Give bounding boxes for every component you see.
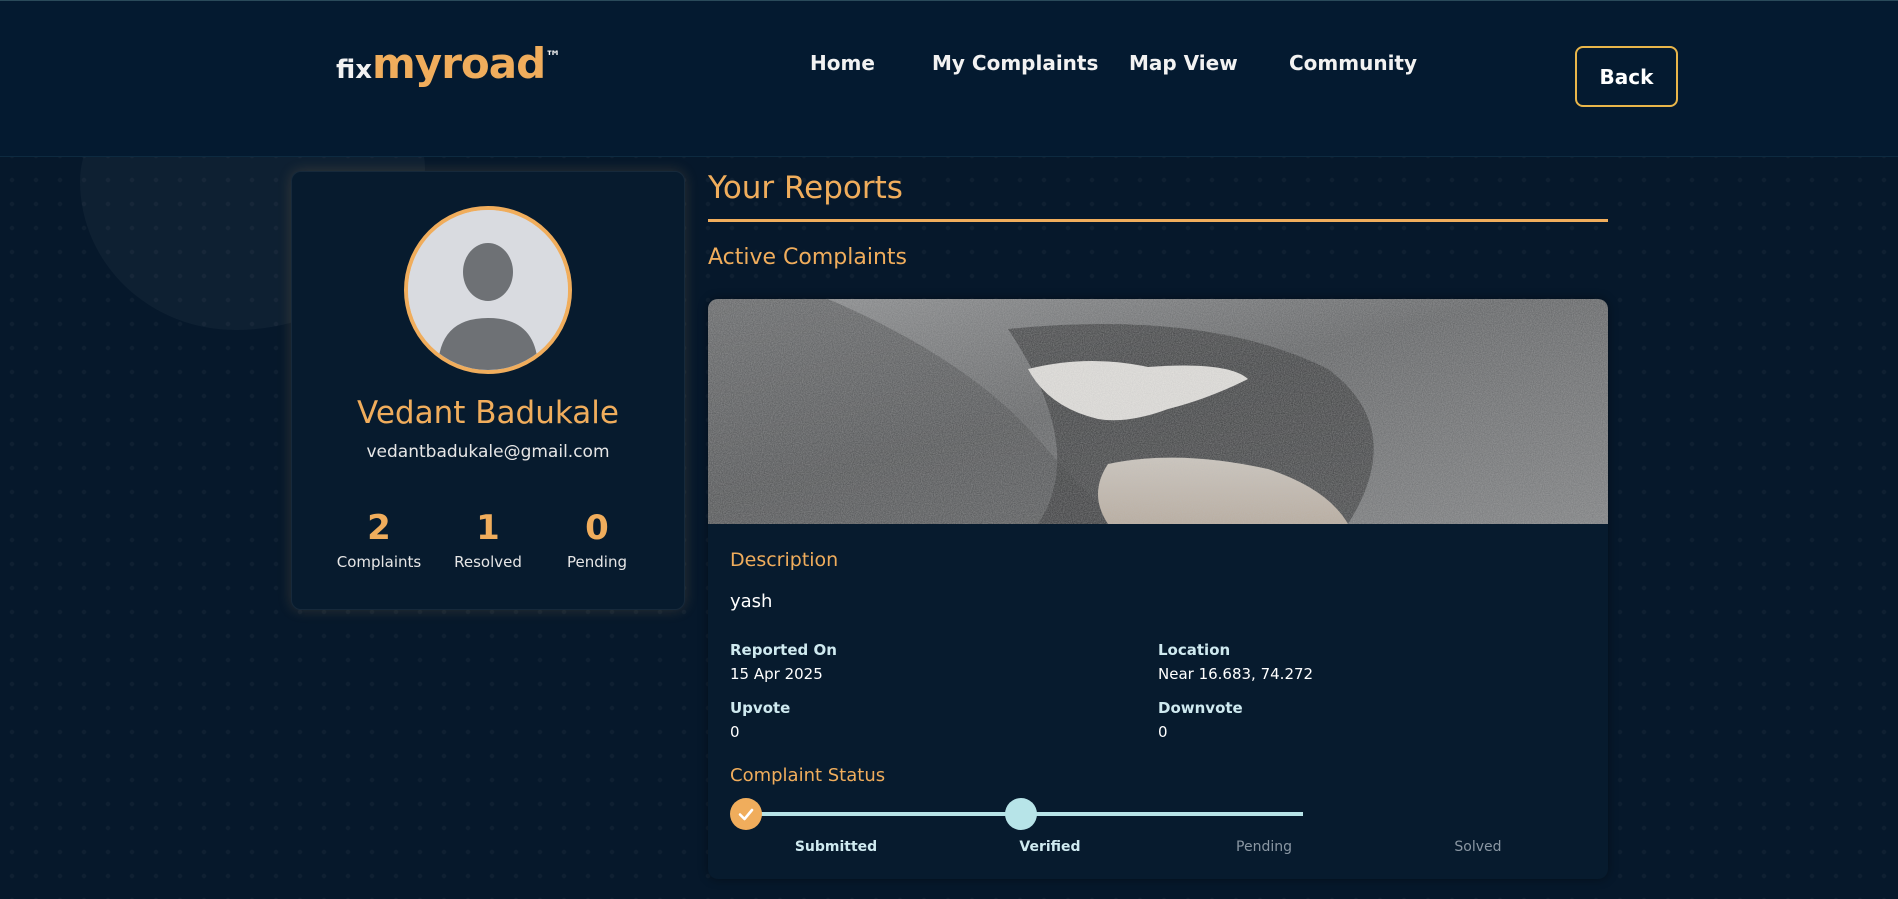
description-text: yash	[730, 591, 773, 612]
step-label-pending: Pending	[1236, 839, 1292, 855]
downvote: Downvote 0	[1158, 699, 1243, 741]
stat-pending: 0 Pending	[542, 507, 652, 571]
stat-value: 0	[585, 508, 609, 548]
stat-label: Complaints	[336, 553, 422, 571]
upvote: Upvote 0	[730, 699, 790, 741]
title-divider	[708, 219, 1608, 222]
location: Location Near 16.683, 74.272	[1158, 641, 1313, 683]
reported-on-label: Reported On	[730, 641, 837, 659]
stat-value: 2	[367, 508, 391, 548]
step-label-submitted: Submitted	[794, 839, 878, 855]
step-label-solved: Solved	[1454, 839, 1502, 855]
upvote-label: Upvote	[730, 699, 791, 717]
complaint-photo	[708, 299, 1608, 524]
nav-home[interactable]: Home	[810, 51, 875, 75]
profile-name: Vedant Badukale	[357, 395, 619, 431]
downvote-label: Downvote	[1158, 699, 1243, 717]
downvote-count: 0	[1158, 723, 1168, 741]
stat-label: Resolved	[454, 553, 522, 571]
back-button[interactable]: Back	[1575, 46, 1678, 107]
nav-community[interactable]: Community	[1289, 51, 1417, 75]
logo-trademark: ™	[545, 47, 562, 66]
top-navbar: fix myroad ™ Home My Complaints Map View…	[0, 0, 1898, 157]
avatar	[404, 206, 572, 374]
status-title: Complaint Status	[730, 765, 886, 786]
step-label-verified: Verified	[1019, 839, 1081, 855]
step-verified-dot	[1005, 798, 1037, 830]
profile-email: vedantbadukale@gmail.com	[366, 442, 610, 462]
user-silhouette-icon	[408, 210, 568, 370]
logo-main: myroad	[372, 39, 546, 88]
location-label: Location	[1158, 641, 1231, 659]
step-submitted-dot	[730, 798, 762, 830]
logo-prefix: fix	[336, 55, 373, 85]
active-complaints-title: Active Complaints	[708, 245, 907, 270]
complaint-card[interactable]: Description yash Reported On 15 Apr 2025…	[708, 299, 1608, 879]
nav-map-view[interactable]: Map View	[1129, 51, 1238, 75]
pothole-image	[708, 299, 1608, 524]
reported-on-value: 15 Apr 2025	[730, 665, 823, 683]
upvote-count: 0	[730, 723, 740, 741]
stat-complaints: 2 Complaints	[324, 507, 434, 571]
reported-on: Reported On 15 Apr 2025	[730, 641, 837, 683]
check-icon	[738, 808, 754, 821]
stat-value: 1	[476, 508, 500, 548]
description-title: Description	[730, 549, 839, 571]
profile-card: Vedant Badukale vedantbadukale@gmail.com…	[291, 171, 685, 610]
nav-my-complaints[interactable]: My Complaints	[932, 51, 1098, 75]
stat-label: Pending	[567, 553, 627, 571]
reports-title: Your Reports	[708, 170, 903, 206]
stat-resolved: 1 Resolved	[433, 507, 543, 571]
logo[interactable]: fix myroad ™	[336, 39, 561, 88]
location-value: Near 16.683, 74.272	[1158, 665, 1314, 683]
